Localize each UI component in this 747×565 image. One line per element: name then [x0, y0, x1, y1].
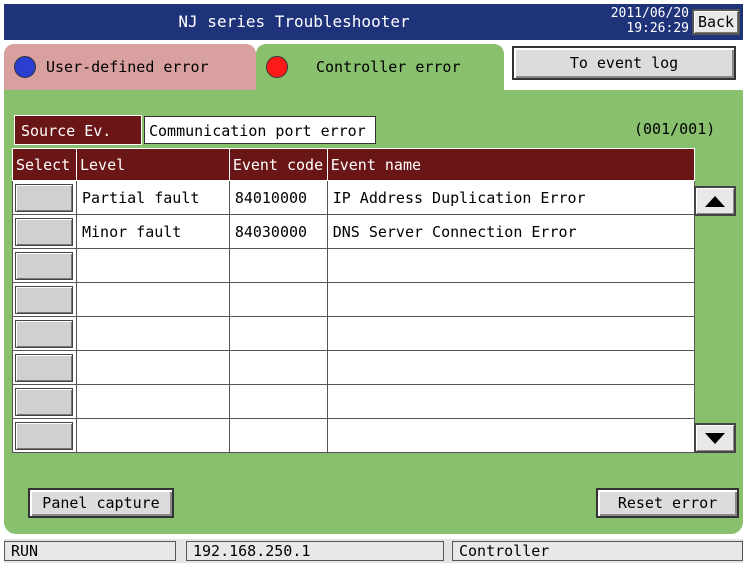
row-select-button[interactable] — [15, 251, 73, 280]
troubleshooter-screen: NJ series Troubleshooter 2011/06/20 19:2… — [0, 0, 747, 565]
date-text: 2011/06/20 — [610, 6, 689, 21]
event-name-cell: IP Address Duplication Error — [326, 180, 696, 215]
select-cell — [12, 282, 77, 317]
triangle-up-icon — [705, 195, 725, 207]
reset-error-button[interactable]: Reset error — [596, 488, 739, 518]
to-event-log-button[interactable]: To event log — [512, 46, 736, 80]
table-header-row: Select Level Event code Event name — [12, 148, 696, 181]
status-mode: RUN — [4, 541, 176, 561]
event-code-cell: 84010000 — [228, 180, 328, 215]
event-name-cell — [326, 282, 696, 317]
row-select-button[interactable] — [15, 387, 73, 416]
triangle-down-icon — [705, 432, 725, 444]
event-name-cell — [326, 350, 696, 385]
level-cell — [75, 350, 230, 385]
user-error-indicator-icon — [14, 56, 36, 78]
level-cell: Minor fault — [75, 214, 230, 249]
select-cell — [12, 350, 77, 385]
table-row — [12, 282, 696, 317]
column-header-level: Level — [75, 148, 230, 181]
row-select-button[interactable] — [15, 217, 73, 246]
source-event-value: Communication port error — [144, 116, 376, 144]
event-name-cell: DNS Server Connection Error — [326, 214, 696, 249]
level-cell — [75, 384, 230, 419]
source-event-label: Source Ev. — [14, 115, 142, 145]
table-row — [12, 384, 696, 419]
row-select-button[interactable] — [15, 353, 73, 382]
row-select-button[interactable] — [15, 421, 73, 450]
time-text: 19:26:29 — [626, 21, 689, 36]
status-target: Controller — [452, 541, 743, 561]
status-ip-address: 192.168.250.1 — [186, 541, 444, 561]
tab-strip: User-defined error Controller error To e… — [4, 42, 743, 90]
level-cell: Partial fault — [75, 180, 230, 215]
select-cell — [12, 248, 77, 283]
event-code-cell: 84030000 — [228, 214, 328, 249]
select-cell — [12, 214, 77, 249]
event-name-cell — [326, 384, 696, 419]
scroll-up-button[interactable] — [694, 186, 736, 216]
tab-controller-error-label: Controller error — [316, 58, 461, 76]
event-code-cell — [228, 316, 328, 351]
back-button[interactable]: Back — [692, 9, 740, 35]
select-cell — [12, 384, 77, 419]
table-row — [12, 418, 696, 453]
title-bar: NJ series Troubleshooter 2011/06/20 19:2… — [4, 4, 743, 40]
panel-capture-button[interactable]: Panel capture — [28, 488, 174, 518]
level-cell — [75, 418, 230, 453]
event-name-cell — [326, 418, 696, 453]
tab-user-defined-error[interactable]: User-defined error — [4, 44, 256, 90]
event-code-cell — [228, 384, 328, 419]
event-code-cell — [228, 248, 328, 283]
table-row — [12, 248, 696, 283]
select-cell — [12, 418, 77, 453]
select-cell — [12, 316, 77, 351]
table-row: Partial fault 84010000 IP Address Duplic… — [12, 180, 696, 215]
event-code-cell — [228, 418, 328, 453]
row-select-button[interactable] — [15, 183, 73, 212]
column-header-event-name: Event name — [326, 148, 696, 181]
column-header-select: Select — [12, 148, 77, 181]
level-cell — [75, 282, 230, 317]
level-cell — [75, 248, 230, 283]
event-code-cell — [228, 282, 328, 317]
datetime-display: 2011/06/20 19:26:29 — [609, 6, 689, 36]
scroll-down-button[interactable] — [694, 423, 736, 453]
table-row — [12, 350, 696, 385]
event-name-cell — [326, 248, 696, 283]
tab-controller-error[interactable]: Controller error — [256, 44, 504, 90]
status-bar: RUN 192.168.250.1 Controller — [4, 539, 743, 563]
window-title: NJ series Troubleshooter — [178, 12, 410, 31]
event-code-cell — [228, 350, 328, 385]
table-row: Minor fault 84030000 DNS Server Connecti… — [12, 214, 696, 249]
controller-error-panel: Source Ev. Communication port error (001… — [4, 90, 743, 534]
level-cell — [75, 316, 230, 351]
event-table: Select Level Event code Event name Parti… — [12, 148, 696, 453]
tab-user-defined-error-label: User-defined error — [46, 58, 209, 76]
column-header-event-code: Event code — [228, 148, 328, 181]
event-name-cell — [326, 316, 696, 351]
row-select-button[interactable] — [15, 285, 73, 314]
page-counter: (001/001) — [634, 120, 716, 138]
select-cell — [12, 180, 77, 215]
row-select-button[interactable] — [15, 319, 73, 348]
controller-error-indicator-icon — [266, 56, 288, 78]
table-row — [12, 316, 696, 351]
